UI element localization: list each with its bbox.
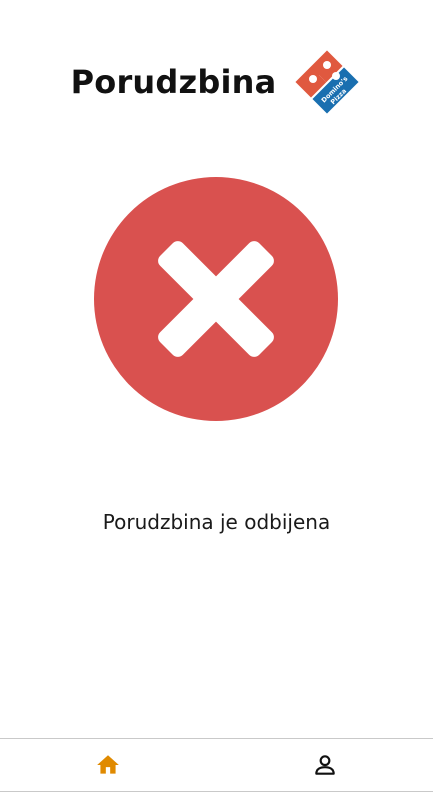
- bottom-navigation: [0, 738, 433, 792]
- home-icon: [97, 755, 120, 774]
- error-status-circle: [94, 177, 338, 421]
- status-message: Porudzbina je odbijena: [102, 510, 331, 534]
- close-icon: [158, 241, 274, 357]
- dominos-logo: Domino's Pizza: [292, 47, 362, 117]
- page-title: Porudzbina: [70, 63, 277, 101]
- nav-profile[interactable]: [217, 739, 433, 791]
- header: Porudzbina Domino's Pizza: [0, 44, 433, 120]
- profile-icon: [315, 755, 335, 775]
- nav-home[interactable]: [0, 739, 217, 791]
